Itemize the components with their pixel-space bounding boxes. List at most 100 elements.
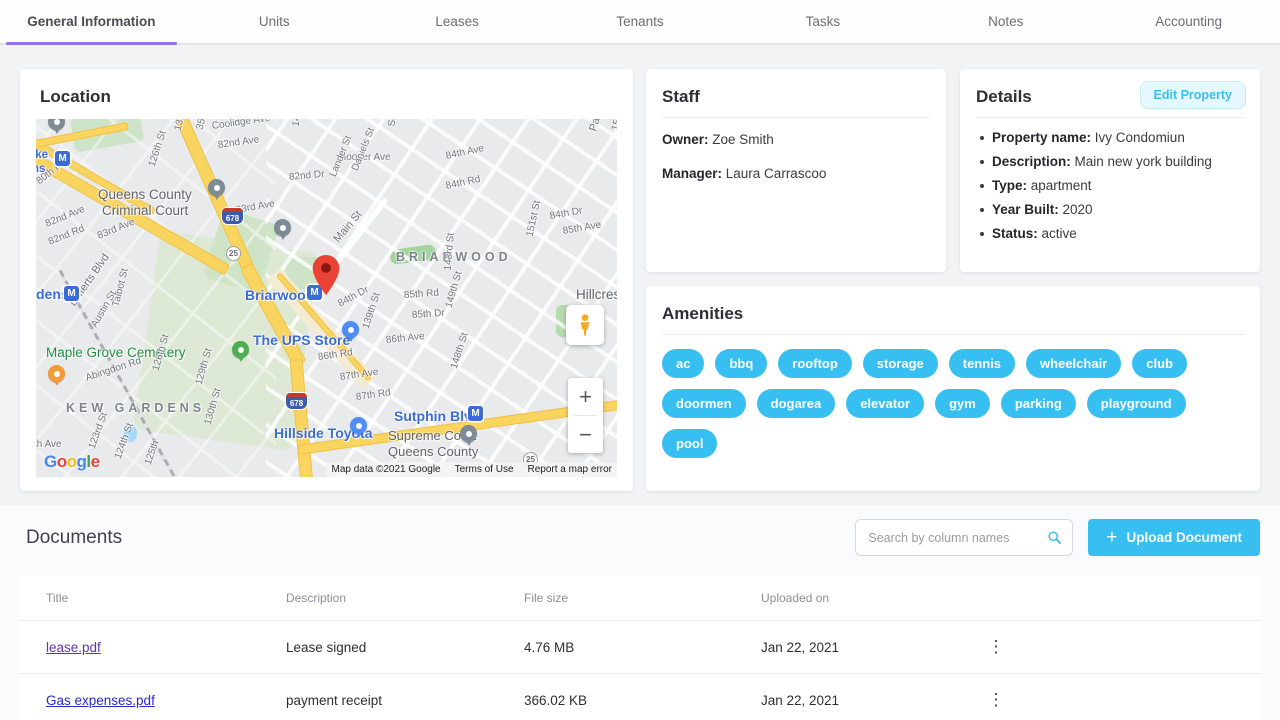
document-link[interactable]: Gas expenses.pdf — [46, 693, 155, 708]
cell-title: Gas expenses.pdf — [20, 673, 260, 720]
location-title: Location — [40, 87, 111, 106]
location-card: Location ke s Coolidge Ave 82nd Ave Hoov… — [20, 69, 633, 491]
edit-property-button[interactable]: Edit Property — [1139, 81, 1246, 109]
search-input[interactable] — [868, 530, 1048, 545]
bar-poi-icon[interactable] — [48, 365, 65, 386]
amenity-tag-rooftop[interactable]: rooftop — [778, 349, 852, 378]
map-label-criminal-court: Criminal Court — [102, 203, 189, 218]
details-item-property-name: Property name: Ivy Condomiun — [976, 130, 1244, 145]
cemetery-poi-icon[interactable] — [232, 341, 249, 362]
column-header-title: Title — [20, 575, 260, 621]
amenity-tag-gym[interactable]: gym — [935, 389, 990, 418]
map-label-briarwood: Briarwood — [245, 287, 315, 303]
map-label-queens-county: Queens County — [98, 187, 192, 202]
google-logo[interactable]: Google — [44, 452, 100, 472]
map-attribution: Map data ©2021 Google Terms of Use Report … — [326, 462, 617, 477]
details-item-year-built: Year Built: 2020 — [976, 202, 1244, 217]
owner-label: Owner: — [662, 132, 709, 147]
map-data-2021-google: Map data ©2021 Google — [331, 464, 441, 475]
interstate-shield-678: 678 — [222, 208, 243, 224]
amenity-tag-parking[interactable]: parking — [1000, 389, 1076, 418]
row-menu-button[interactable]: ⋮ — [987, 637, 1005, 657]
cell-description: Lease signed — [260, 620, 498, 674]
amenity-tag-doormen[interactable]: doormen — [662, 389, 746, 418]
cell-uploaded-on: Jan 22, 2021 — [735, 620, 961, 674]
zoom-in-button[interactable]: + — [568, 378, 603, 415]
map-label-85th-dr: 85th Dr — [411, 307, 446, 321]
amenities-title: Amenities — [662, 304, 744, 323]
staff-owner: Owner: Zoe Smith — [662, 132, 930, 147]
amenity-tag-wheelchair[interactable]: wheelchair — [1026, 349, 1122, 378]
zoom-out-button[interactable]: − — [568, 416, 603, 453]
column-header-description: Description — [260, 575, 498, 621]
cell-description: payment receipt — [260, 673, 498, 720]
tab-bar: General Information Units Leases Tenants Tas… — [0, 0, 1280, 45]
pegman-control[interactable] — [566, 305, 604, 345]
map-label-th-ave: th Ave — [36, 439, 62, 450]
manager-value: Laura Carrascoo — [725, 166, 827, 181]
map-label-ike: ike — [36, 149, 48, 161]
route-shield-25: 25 — [226, 246, 241, 261]
document-link[interactable]: lease.pdf — [46, 640, 101, 655]
divider — [662, 117, 930, 118]
manager-label: Manager: — [662, 166, 723, 181]
amenity-tag-dogarea[interactable]: dogarea — [756, 389, 836, 418]
staff-title: Staff — [662, 87, 700, 106]
subway-station-icon[interactable]: M — [468, 406, 483, 421]
interstate-shield-678: 678 — [286, 393, 307, 409]
amenity-tag-storage[interactable]: storage — [862, 349, 938, 378]
map-label-queens-county: Queens County — [388, 444, 479, 459]
documents-table: Title Description File size Uploaded on lea… — [20, 575, 1260, 720]
supreme-court-poi-icon[interactable] — [460, 425, 477, 446]
column-header-file-size: File size — [498, 575, 735, 621]
court-poi-icon[interactable] — [208, 179, 225, 200]
divider — [662, 334, 1244, 335]
staff-card: Staff Owner: Zoe Smith Manager: Laura Ca… — [646, 69, 946, 272]
details-item-status: Status: active — [976, 226, 1244, 241]
upload-document-button[interactable]: + Upload Document — [1088, 519, 1260, 556]
amenity-tag-tennis[interactable]: tennis — [948, 349, 1016, 378]
zoom-control: + − — [568, 378, 603, 453]
map-label-kew-gardens: KEW GARDENS — [66, 401, 206, 415]
amenity-tag-elevator[interactable]: elevator — [846, 389, 925, 418]
plus-icon: + — [1106, 527, 1118, 548]
tab-tasks[interactable]: Tasks — [731, 0, 914, 43]
owner-value: Zoe Smith — [712, 132, 774, 147]
row-menu-button[interactable]: ⋮ — [987, 690, 1005, 710]
cell-file-size: 366.02 KB — [498, 673, 735, 720]
pegman-icon — [580, 314, 590, 336]
tab-leases[interactable]: Leases — [366, 0, 549, 43]
amenity-tag-ac[interactable]: ac — [662, 349, 705, 378]
details-item-type: Type: apartment — [976, 178, 1244, 193]
staff-manager: Manager: Laura Carrascoo — [662, 166, 930, 181]
tab-notes[interactable]: Notes — [914, 0, 1097, 43]
amenity-tag-playground[interactable]: playground — [1086, 389, 1186, 418]
school-poi-icon[interactable] — [274, 219, 291, 240]
ups-store-icon[interactable] — [342, 321, 359, 342]
documents-title: Documents — [26, 526, 123, 548]
amenity-tag-bbq[interactable]: bbq — [715, 349, 768, 378]
cell-title: lease.pdf — [20, 620, 260, 674]
tab-units[interactable]: Units — [183, 0, 366, 43]
documents-section: Documents + Upload Document TitleDescrip… — [0, 505, 1280, 720]
property-marker-icon[interactable] — [312, 255, 340, 295]
details-item-description: Description: Main new york building — [976, 154, 1244, 169]
table-row: Gas expenses.pdf payment receipt 366.02 KB… — [20, 673, 1260, 720]
table-row: lease.pdf Lease signed 4.76 MB Jan 22, 2021… — [20, 620, 1260, 674]
report-a-map-error[interactable]: Report a map error — [528, 464, 612, 475]
map[interactable]: ikensCoolidge Ave82nd Ave134th St35th St… — [36, 119, 617, 477]
cell-file-size: 4.76 MB — [498, 620, 735, 674]
tab-tenants[interactable]: Tenants — [549, 0, 732, 43]
tab-accounting[interactable]: Accounting — [1097, 0, 1280, 43]
column-header-uploaded-on: Uploaded on — [735, 575, 961, 621]
car-dealer-icon[interactable] — [350, 417, 367, 438]
amenity-tag-club[interactable]: club — [1132, 349, 1187, 378]
subway-station-icon[interactable]: M — [55, 151, 70, 166]
terms-of-use[interactable]: Terms of Use — [455, 464, 514, 475]
search-icon[interactable] — [1047, 530, 1062, 545]
railway-station-icon[interactable]: M — [64, 286, 79, 301]
amenities-card: Amenities ac bbq rooftop storage tennis wheel… — [646, 286, 1260, 491]
amenity-tag-pool[interactable]: pool — [662, 429, 718, 458]
details-card: Details Edit Property Property name: Ivy… — [960, 69, 1260, 272]
tab-general-information[interactable]: General Information — [0, 0, 183, 45]
